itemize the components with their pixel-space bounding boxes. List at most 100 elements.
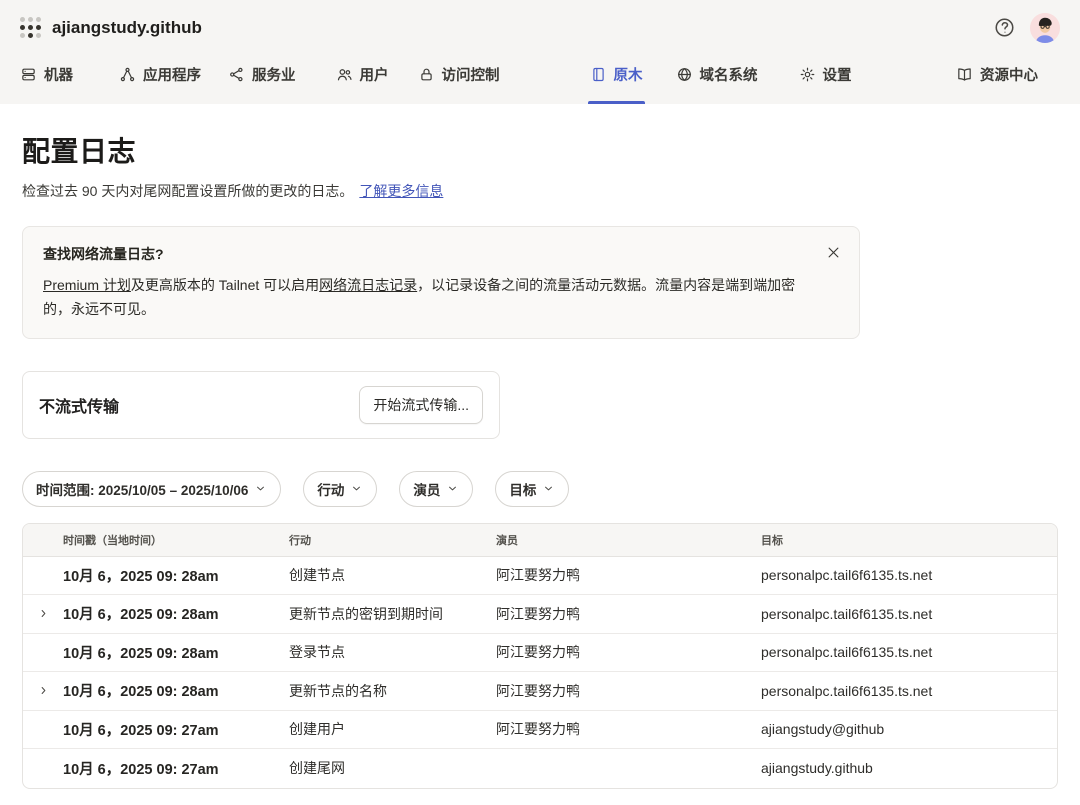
lock-icon bbox=[418, 66, 435, 83]
gear-icon bbox=[799, 66, 816, 83]
nav-tab-resource-center[interactable]: 资源中心 bbox=[956, 44, 1038, 104]
log-actor: 阿江要努力鸭 bbox=[496, 719, 761, 739]
log-action: 创建节点 bbox=[289, 565, 496, 585]
main-nav: 机器 应用程序 服务业 用户 访问控制 原木 域名系统 设置 资源中心 bbox=[0, 44, 1080, 104]
page-title: 配置日志 bbox=[22, 130, 1058, 170]
nav-tab-label: 访问控制 bbox=[442, 64, 500, 85]
col-target: 目标 bbox=[761, 532, 1057, 548]
open-book-icon bbox=[956, 66, 973, 83]
filter-bar: 时间范围: 2025/10/05 – 2025/10/06 行动 演员 目标 bbox=[22, 471, 1058, 507]
log-actor: 阿江要努力鸭 bbox=[496, 565, 761, 585]
nav-tab-services[interactable]: 服务业 bbox=[228, 44, 296, 104]
learn-more-link[interactable]: 了解更多信息 bbox=[359, 183, 443, 199]
col-action: 行动 bbox=[289, 532, 496, 548]
log-action: 创建尾网 bbox=[289, 758, 496, 778]
table-body: 10月 6，2025 09: 28am创建节点阿江要努力鸭personalpc.… bbox=[23, 557, 1057, 788]
log-timestamp: 10月 6，2025 09: 28am bbox=[63, 565, 289, 586]
flow-logs-banner: 查找网络流量日志? Premium 计划及更高版本的 Tailnet 可以启用网… bbox=[22, 226, 860, 339]
nav-tab-machines[interactable]: 机器 bbox=[20, 44, 73, 104]
nav-tab-settings[interactable]: 设置 bbox=[799, 44, 852, 104]
action-filter[interactable]: 行动 bbox=[303, 471, 377, 507]
nav-tab-apps[interactable]: 应用程序 bbox=[119, 44, 201, 104]
nav-tab-label: 用户 bbox=[360, 64, 389, 85]
nav-tab-label: 机器 bbox=[44, 64, 73, 85]
nav-tab-users[interactable]: 用户 bbox=[336, 44, 389, 104]
banner-body: Premium 计划及更高版本的 Tailnet 可以启用网络流日志记录，以记录… bbox=[43, 274, 813, 322]
log-action: 更新节点的密钥到期时间 bbox=[289, 604, 496, 624]
nav-tab-label: 应用程序 bbox=[143, 64, 201, 85]
close-icon[interactable] bbox=[824, 243, 843, 265]
nav-tab-logs[interactable]: 原木 bbox=[590, 44, 643, 104]
table-row: 10月 6，2025 09: 27am创建用户阿江要努力鸭ajiangstudy… bbox=[23, 711, 1057, 750]
col-actor: 演员 bbox=[496, 532, 761, 548]
table-row: 10月 6，2025 09: 28am更新节点的密钥到期时间阿江要努力鸭pers… bbox=[23, 595, 1057, 634]
nav-tab-label: 域名系统 bbox=[700, 64, 758, 85]
org-name[interactable]: ajiangstudy.github bbox=[52, 18, 202, 38]
logs-icon bbox=[590, 66, 607, 83]
log-timestamp: 10月 6，2025 09: 28am bbox=[63, 642, 289, 663]
topbar-right bbox=[993, 13, 1060, 43]
log-target: ajiangstudy@github bbox=[761, 721, 1057, 737]
streaming-status: 不流式传输 bbox=[39, 393, 119, 417]
banner-title: 查找网络流量日志? bbox=[43, 244, 839, 264]
actor-filter[interactable]: 演员 bbox=[399, 471, 473, 507]
col-timestamp: 时间戳（当地时间） bbox=[63, 532, 289, 548]
header-strip: ajiangstudy.github bbox=[0, 0, 1080, 104]
log-target: personalpc.tail6f6135.ts.net bbox=[761, 606, 1057, 622]
time-range-filter[interactable]: 时间范围: 2025/10/05 – 2025/10/06 bbox=[22, 471, 281, 507]
nav-tab-dns[interactable]: 域名系统 bbox=[676, 44, 758, 104]
log-target: personalpc.tail6f6135.ts.net bbox=[761, 644, 1057, 660]
chevron-down-icon bbox=[254, 482, 267, 495]
table-row: 10月 6，2025 09: 27am创建尾网 ajiangstudy.githu… bbox=[23, 749, 1057, 788]
banner-text: 及更高版本的 Tailnet 可以启用 bbox=[131, 277, 319, 293]
expand-chevron-icon[interactable] bbox=[37, 607, 50, 620]
log-target: ajiangstudy.github bbox=[761, 760, 1057, 776]
globe-icon bbox=[676, 66, 693, 83]
log-actor: 阿江要努力鸭 bbox=[496, 681, 761, 701]
target-filter[interactable]: 目标 bbox=[495, 471, 569, 507]
users-icon bbox=[336, 66, 353, 83]
action-filter-label: 行动 bbox=[317, 479, 344, 499]
start-streaming-button[interactable]: 开始流式传输... bbox=[359, 386, 483, 424]
chevron-down-icon bbox=[542, 482, 555, 495]
log-actor: 阿江要努力鸭 bbox=[496, 604, 761, 624]
log-timestamp: 10月 6，2025 09: 27am bbox=[63, 719, 289, 740]
user-avatar[interactable] bbox=[1030, 13, 1060, 43]
topbar: ajiangstudy.github bbox=[0, 0, 1080, 44]
page-description: 检查过去 90 天内对尾网配置设置所做的更改的日志。了解更多信息 bbox=[22, 181, 1058, 201]
nav-tab-label: 资源中心 bbox=[980, 64, 1038, 85]
nav-tab-label: 原木 bbox=[614, 64, 643, 85]
log-timestamp: 10月 6，2025 09: 28am bbox=[63, 680, 289, 701]
main-content: 配置日志 检查过去 90 天内对尾网配置设置所做的更改的日志。了解更多信息 查找… bbox=[0, 130, 1080, 805]
log-action: 登录节点 bbox=[289, 642, 496, 662]
log-target: personalpc.tail6f6135.ts.net bbox=[761, 683, 1057, 699]
log-timestamp: 10月 6，2025 09: 27am bbox=[63, 758, 289, 779]
chevron-down-icon bbox=[350, 482, 363, 495]
streaming-card: 不流式传输 开始流式传输... bbox=[22, 371, 500, 439]
log-timestamp: 10月 6，2025 09: 28am bbox=[63, 603, 289, 624]
config-log-table: 时间戳（当地时间） 行动 演员 目标 10月 6，2025 09: 28am创建… bbox=[22, 523, 1058, 789]
description-text: 检查过去 90 天内对尾网配置设置所做的更改的日志。 bbox=[22, 183, 353, 199]
table-row: 10月 6，2025 09: 28am更新节点的名称阿江要努力鸭personal… bbox=[23, 672, 1057, 711]
nav-tab-label: 设置 bbox=[823, 64, 852, 85]
machines-icon bbox=[20, 66, 37, 83]
expand-chevron-icon[interactable] bbox=[37, 684, 50, 697]
log-actor: 阿江要努力鸭 bbox=[496, 642, 761, 662]
log-action: 创建用户 bbox=[289, 719, 496, 739]
help-icon[interactable] bbox=[993, 16, 1016, 39]
time-range-label: 时间范围: 2025/10/05 – 2025/10/06 bbox=[36, 479, 248, 499]
services-icon bbox=[228, 66, 245, 83]
table-header: 时间戳（当地时间） 行动 演员 目标 bbox=[23, 524, 1057, 557]
premium-plan-link[interactable]: Premium 计划 bbox=[43, 277, 131, 293]
target-filter-label: 目标 bbox=[509, 479, 536, 499]
network-flow-logs-link[interactable]: 网络流日志记录 bbox=[319, 277, 417, 293]
tailscale-logo-icon[interactable] bbox=[20, 17, 41, 38]
nav-tab-access-controls[interactable]: 访问控制 bbox=[418, 44, 500, 104]
log-action: 更新节点的名称 bbox=[289, 681, 496, 701]
actor-filter-label: 演员 bbox=[413, 479, 440, 499]
nav-tab-label: 服务业 bbox=[252, 64, 296, 85]
apps-icon bbox=[119, 66, 136, 83]
chevron-down-icon bbox=[446, 482, 459, 495]
log-target: personalpc.tail6f6135.ts.net bbox=[761, 567, 1057, 583]
table-row: 10月 6，2025 09: 28am登录节点阿江要努力鸭personalpc.… bbox=[23, 634, 1057, 673]
